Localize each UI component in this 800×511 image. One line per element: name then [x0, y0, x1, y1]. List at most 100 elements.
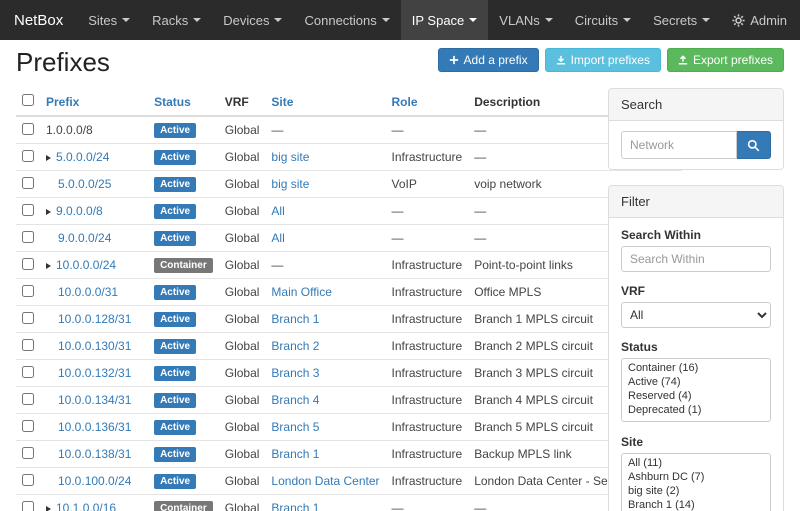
filter-option[interactable]: Deprecated (1) — [622, 403, 770, 417]
import-icon — [556, 55, 566, 65]
navbar: NetBox Sites Racks Devices Connections I… — [0, 0, 800, 40]
site-link[interactable]: Branch 5 — [271, 420, 319, 434]
row-checkbox[interactable] — [22, 339, 34, 351]
row-checkbox[interactable] — [22, 420, 34, 432]
row-checkbox[interactable] — [22, 285, 34, 297]
row-checkbox[interactable] — [22, 204, 34, 216]
role-cell: — — [386, 225, 469, 252]
row-select-cell — [16, 360, 40, 387]
row-checkbox[interactable] — [22, 366, 34, 378]
prefix-link[interactable]: 10.0.0.136/31 — [58, 420, 131, 434]
nav-item-vlans[interactable]: VLANs — [488, 0, 563, 40]
prefix-link[interactable]: 10.0.0.132/31 — [58, 366, 131, 380]
row-select-cell — [16, 333, 40, 360]
sort-role-link[interactable]: Role — [392, 95, 418, 109]
user-nav: Admin Profile Log out — [721, 0, 800, 40]
site-link[interactable]: All — [271, 204, 284, 218]
nav-item-secrets[interactable]: Secrets — [642, 0, 721, 40]
site-link[interactable]: big site — [271, 150, 309, 164]
filter-option[interactable]: Branch 1 (14) — [622, 498, 770, 511]
search-button[interactable] — [737, 131, 771, 159]
prefix-link[interactable]: 9.0.0.0/24 — [58, 231, 111, 245]
site-link[interactable]: big site — [271, 177, 309, 191]
filter-option[interactable]: big site (2) — [622, 484, 770, 498]
vrf-cell: Global — [219, 468, 266, 495]
nav-item-label: Sites — [88, 13, 117, 28]
filter-option[interactable]: Container (16) — [622, 361, 770, 375]
row-checkbox[interactable] — [22, 231, 34, 243]
brand-link[interactable]: NetBox — [0, 0, 77, 40]
row-checkbox[interactable] — [22, 474, 34, 486]
row-checkbox[interactable] — [22, 177, 34, 189]
import-prefixes-button[interactable]: Import prefixes — [545, 48, 661, 72]
add-prefix-label: Add a prefix — [464, 53, 528, 67]
expand-caret-icon[interactable] — [46, 506, 51, 511]
prefix-link[interactable]: 5.0.0.0/25 — [58, 177, 111, 191]
nav-item-circuits[interactable]: Circuits — [564, 0, 642, 40]
prefix-link[interactable]: 10.0.100.0/24 — [58, 474, 131, 488]
add-prefix-button[interactable]: Add a prefix — [438, 48, 539, 72]
vrf-cell: Global — [219, 171, 266, 198]
admin-link[interactable]: Admin — [721, 0, 798, 40]
expand-caret-icon[interactable] — [46, 209, 51, 215]
expand-caret-icon[interactable] — [46, 263, 51, 269]
prefix-link[interactable]: 10.0.0.138/31 — [58, 447, 131, 461]
sort-prefix-link[interactable]: Prefix — [46, 95, 79, 109]
nav-item-devices[interactable]: Devices — [212, 0, 293, 40]
row-checkbox[interactable] — [22, 312, 34, 324]
row-checkbox[interactable] — [22, 123, 34, 135]
nav-item-sites[interactable]: Sites — [77, 0, 141, 40]
status-cell: Active — [148, 306, 219, 333]
site-link[interactable]: Branch 1 — [271, 312, 319, 326]
nav-item-label: Secrets — [653, 13, 697, 28]
expand-caret-icon[interactable] — [46, 155, 51, 161]
filter-option[interactable]: Ashburn DC (7) — [622, 470, 770, 484]
page-actions: Add a prefix Import prefixes Export pref… — [438, 48, 784, 72]
search-input[interactable] — [621, 131, 737, 159]
prefix-link[interactable]: 9.0.0.0/8 — [56, 204, 103, 218]
vrf-cell: Global — [219, 306, 266, 333]
search-within-input[interactable] — [621, 246, 771, 272]
prefix-link[interactable]: 10.0.0.134/31 — [58, 393, 131, 407]
site-link[interactable]: Branch 1 — [271, 501, 319, 511]
row-checkbox[interactable] — [22, 150, 34, 162]
site-filter-label: Site — [621, 435, 771, 449]
site-link[interactable]: London Data Center — [271, 474, 379, 488]
prefix-link[interactable]: 10.0.0.128/31 — [58, 312, 131, 326]
prefix-link[interactable]: 10.1.0.0/16 — [56, 501, 116, 511]
prefix-link[interactable]: 10.0.0.0/24 — [56, 258, 116, 272]
row-checkbox[interactable] — [22, 447, 34, 459]
site-link[interactable]: All — [271, 231, 284, 245]
row-checkbox[interactable] — [22, 393, 34, 405]
export-prefixes-label: Export prefixes — [693, 53, 773, 67]
nav-item-ip-space[interactable]: IP Space — [401, 0, 489, 40]
status-badge: Active — [154, 231, 196, 246]
status-filter-listbox[interactable]: Container (16)Active (74)Reserved (4)Dep… — [621, 358, 771, 422]
prefix-link[interactable]: 5.0.0.0/24 — [56, 150, 109, 164]
filter-option[interactable]: Reserved (4) — [622, 389, 770, 403]
search-panel-body — [609, 121, 783, 169]
prefix-link[interactable]: 10.0.0.130/31 — [58, 339, 131, 353]
export-prefixes-button[interactable]: Export prefixes — [667, 48, 784, 72]
prefix-row: 1.0.0.0/8ActiveGlobal——— — [16, 116, 682, 144]
filter-option[interactable]: All (11) — [622, 456, 770, 470]
site-link[interactable]: Branch 1 — [271, 447, 319, 461]
nav-item-connections[interactable]: Connections — [293, 0, 400, 40]
row-select-cell — [16, 144, 40, 171]
prefix-link[interactable]: 10.0.0.0/31 — [58, 285, 118, 299]
role-cell: Infrastructure — [386, 360, 469, 387]
sort-site-link[interactable]: Site — [271, 95, 293, 109]
filter-option[interactable]: Active (74) — [622, 375, 770, 389]
site-filter-listbox[interactable]: All (11)Ashburn DC (7)big site (2)Branch… — [621, 453, 771, 511]
status-badge: Active — [154, 177, 196, 192]
select-all-checkbox[interactable] — [22, 94, 34, 106]
sort-status-link[interactable]: Status — [154, 95, 191, 109]
site-link[interactable]: Branch 3 — [271, 366, 319, 380]
site-link[interactable]: Main Office — [271, 285, 331, 299]
nav-item-racks[interactable]: Racks — [141, 0, 212, 40]
row-checkbox[interactable] — [22, 258, 34, 270]
site-link[interactable]: Branch 4 — [271, 393, 319, 407]
row-checkbox[interactable] — [22, 501, 34, 511]
site-link[interactable]: Branch 2 — [271, 339, 319, 353]
vrf-select[interactable]: All — [621, 302, 771, 328]
